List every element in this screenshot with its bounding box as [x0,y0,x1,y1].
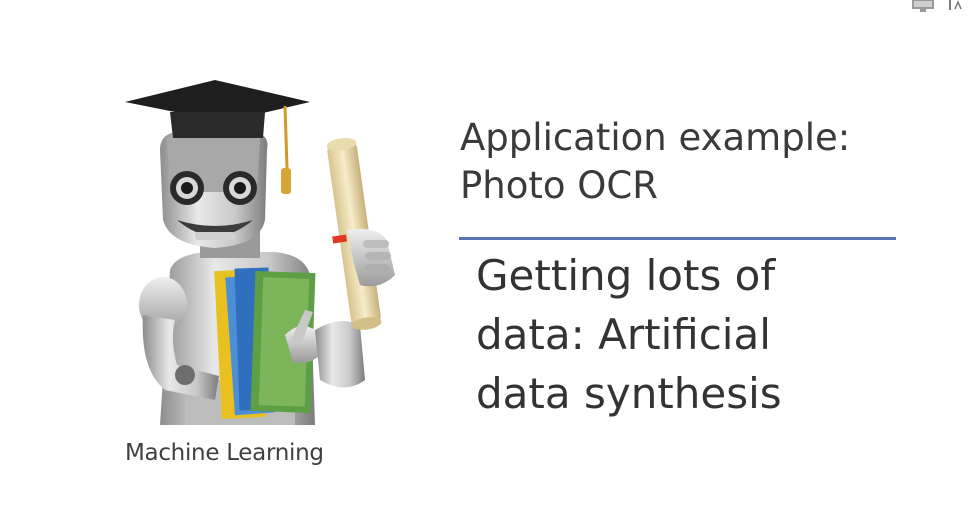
robot-graduate-illustration [125,80,395,425]
slide-subtitle-line: data synthesis [476,369,782,418]
screen-share-icon[interactable] [909,0,939,12]
slide-subtitle: Getting lots of data: Artificial data sy… [476,246,936,423]
slide-subtitle-line: data: Artificial [476,310,771,359]
slide-title-line: Application example: [460,116,851,159]
slide: Machine Learning Application example: Ph… [0,0,969,516]
slide-subtitle-line: Getting lots of [476,251,776,300]
window-control-icon[interactable] [947,0,967,12]
title-divider [459,237,896,240]
slide-title: Application example: Photo OCR [460,114,920,210]
corner-icons [909,0,969,14]
slide-title-line: Photo OCR [460,164,658,207]
course-caption: Machine Learning [125,440,324,466]
